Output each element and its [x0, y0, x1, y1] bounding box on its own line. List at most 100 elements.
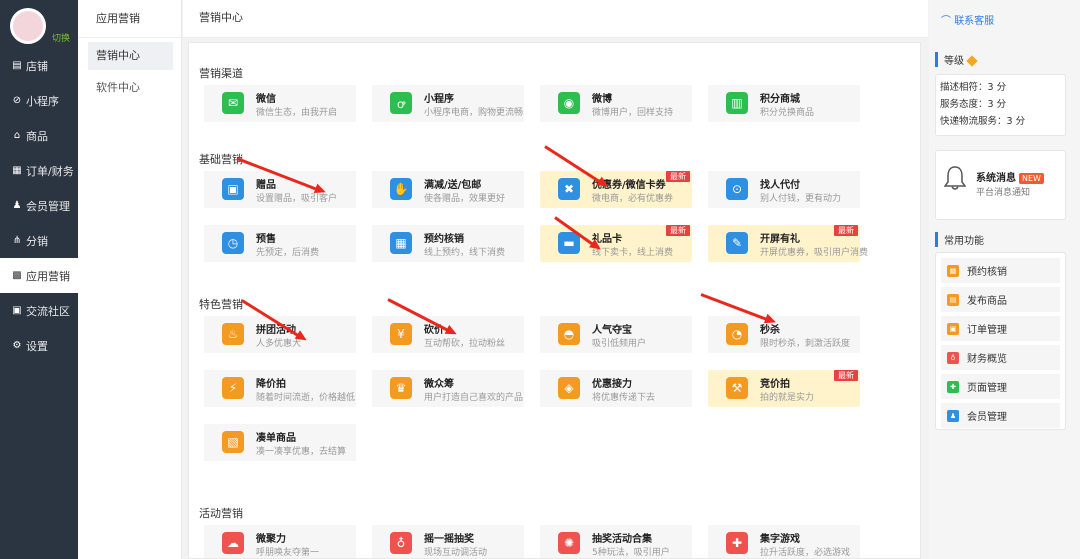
- sidebar-item-label: 订单/财务: [26, 164, 74, 178]
- marketing-card[interactable]: ▦ 预约核销 线上预约，线下消费: [372, 225, 524, 262]
- sub-sidebar: 应用营销 营销中心软件中心: [78, 0, 182, 559]
- contact-service-link[interactable]: ⌒ 联系客服: [941, 12, 994, 27]
- sidebar-item-label: 店铺: [26, 59, 48, 73]
- sidebar-item-7[interactable]: ▣ 交流社区: [0, 293, 78, 328]
- main-sidebar: 切换 ▤ 店铺 ⊘ 小程序 ⌂ 商品 ▦ 订单/财务 ♟ 会员管理 ⋔ 分销 ▩ 应用营销 ▣ 交流社区 ⚙ 设置: [0, 0, 78, 559]
- score-value: 3 分: [1006, 116, 1026, 127]
- card-desc: 吸引低频用户: [592, 339, 647, 349]
- marketing-card[interactable]: ◷ 预售 先预定，后消费: [204, 225, 356, 262]
- card-name: 小程序: [424, 94, 454, 105]
- order-icon: ▦: [12, 165, 22, 176]
- common-function-item[interactable]: ♟ 会员管理: [941, 403, 1060, 428]
- card-desc: 别人付钱，更有动力: [760, 194, 842, 204]
- bell-icon: [944, 166, 966, 190]
- common-function-item[interactable]: ▣ 订单管理: [941, 316, 1060, 341]
- function-label: 发布商品: [967, 296, 1007, 307]
- sidebar-item-2[interactable]: ⌂ 商品: [0, 118, 78, 153]
- avatar[interactable]: [10, 8, 46, 44]
- card-desc: 先预定，后消费: [256, 248, 320, 258]
- common-function-item[interactable]: ▦ 预约核销: [941, 258, 1060, 283]
- function-icon: ▦: [947, 264, 959, 277]
- card-desc: 互动帮砍，拉动粉丝: [424, 339, 506, 349]
- card-name: 微聚力: [256, 534, 286, 545]
- card-name: 抽奖活动合集: [592, 534, 652, 545]
- marketing-card[interactable]: ◔ 秒杀 限时秒杀，刺激活跃度: [708, 316, 860, 353]
- score-row: 快递物流服务：3 分: [936, 113, 1065, 130]
- lottery-set-icon: ✺: [558, 532, 580, 554]
- marketing-card[interactable]: ◈ 优惠接力 将优惠传递下去: [540, 370, 692, 407]
- card-desc: 现场互动调活动: [424, 548, 488, 558]
- level-title: 等级: [935, 52, 978, 67]
- marketing-card[interactable]: ◓ 人气夺宝 吸引低频用户: [540, 316, 692, 353]
- marketing-card[interactable]: ▬ 礼品卡 线下卖卡，线上消费 最新: [540, 225, 692, 262]
- flash-sale-icon: ◔: [726, 323, 748, 345]
- sidebar-item-1[interactable]: ⊘ 小程序: [0, 83, 78, 118]
- marketing-card[interactable]: ▥ 积分商城 积分兑换商品: [708, 85, 860, 122]
- card-desc: 用户打造自己喜欢的产品: [424, 393, 524, 403]
- function-label: 会员管理: [967, 412, 1007, 423]
- section-title: 营销渠道: [199, 67, 243, 80]
- card-desc: 随着时间流逝，价格越低: [256, 393, 356, 403]
- system-message-card[interactable]: 系统消息 NEW 平台消息通知: [935, 150, 1066, 220]
- goods-icon: ⌂: [13, 130, 21, 141]
- marketing-card[interactable]: ✚ 集字游戏 拉升活跃度，必选游戏: [708, 525, 860, 558]
- sidebar-item-4[interactable]: ♟ 会员管理: [0, 188, 78, 223]
- marketing-card[interactable]: ♁ 摇一摇抽奖 现场互动调活动: [372, 525, 524, 558]
- presale-icon: ◷: [222, 232, 244, 254]
- marketing-card[interactable]: ♛ 微众筹用户打造自己喜欢的产品: [372, 370, 524, 407]
- sub-sidebar-item-0[interactable]: 营销中心: [88, 42, 173, 70]
- switch-link[interactable]: 切换: [52, 31, 70, 44]
- card-name: 微众筹: [424, 379, 454, 390]
- member-icon: ♟: [12, 200, 22, 211]
- sub-sidebar-title: 应用营销: [78, 0, 181, 38]
- marketing-card[interactable]: ✉ 微信 微信生态，由我开启: [204, 85, 356, 122]
- marketing-card[interactable]: ✖ 优惠券/微信卡券 微电商，必有优惠券 最新: [540, 171, 692, 208]
- function-icon: ♟: [947, 409, 959, 422]
- marketing-card[interactable]: ✎ 开屏有礼 开屏优惠券，吸引用户消费 最新: [708, 225, 868, 262]
- marketing-card[interactable]: ▧ 凑单商品 凑一凑享优惠，去结算: [204, 424, 356, 461]
- card-desc: 拍的就是实力: [760, 393, 815, 403]
- sidebar-item-label: 交流社区: [26, 304, 70, 318]
- card-name: 找人代付: [760, 180, 800, 191]
- card-desc: 微博用户，回样支持: [592, 108, 674, 118]
- sidebar-item-3[interactable]: ▦ 订单/财务: [0, 153, 78, 188]
- marketing-card[interactable]: ⚡ 降价拍 随着时间流逝，价格越低: [204, 370, 356, 407]
- function-icon: ▣: [947, 322, 959, 335]
- sidebar-item-0[interactable]: ▤ 店铺: [0, 48, 78, 83]
- diamond-icon: [966, 55, 978, 67]
- splash-gift-icon: ✎: [726, 232, 748, 254]
- score-row: 描述相符：3 分: [936, 79, 1065, 96]
- card-desc: 微信生态，由我开启: [256, 108, 338, 118]
- card-desc: 将优惠传递下去: [592, 393, 656, 403]
- marketing-card[interactable]: ⊙ 找人代付 别人付钱，更有动力: [708, 171, 860, 208]
- card-desc: 线上预约，线下消费: [424, 248, 506, 258]
- card-desc: 线下卖卡，线上消费: [592, 248, 674, 258]
- marketing-card[interactable]: ☁ 微聚力 呼朋唤友夺第一: [204, 525, 356, 558]
- marketing-card[interactable]: ꝍ 小程序 小程序电商，购物更流畅: [372, 85, 524, 122]
- new-badge: 最新: [834, 225, 858, 236]
- sidebar-item-6[interactable]: ▩ 应用营销: [0, 258, 78, 293]
- store-icon: ▤: [12, 60, 22, 71]
- marketing-card[interactable]: ✋ 满减/送/包邮 使各赠品，效果更好: [372, 171, 524, 208]
- function-label: 页面管理: [967, 383, 1007, 394]
- common-function-item[interactable]: ▤ 发布商品: [941, 287, 1060, 312]
- marketing-card[interactable]: ⚒ 竞价拍 拍的就是实力 最新: [708, 370, 860, 407]
- crowdfunding-icon: ♛: [390, 377, 412, 399]
- shake-lottery-icon: ♁: [390, 532, 412, 554]
- marketing-card[interactable]: ◉ 微博微博用户，回样支持: [540, 85, 692, 122]
- bargain-icon: ¥: [390, 323, 412, 345]
- sub-sidebar-item-1[interactable]: 软件中心: [88, 74, 173, 102]
- card-name: 微博: [592, 94, 612, 105]
- marketing-panel: 营销渠道 ✉ 微信 微信生态，由我开启 ꝍ 小程序 小程序电商，购物更流畅 ◉ 微博微博用户，回…: [188, 42, 921, 559]
- sidebar-item-8[interactable]: ⚙ 设置: [0, 328, 78, 363]
- sidebar-item-5[interactable]: ⋔ 分销: [0, 223, 78, 258]
- card-desc: 拉升活跃度，必选游戏: [760, 548, 851, 558]
- card-name: 降价拍: [256, 379, 286, 390]
- common-functions-title: 常用功能: [935, 232, 984, 247]
- common-function-item[interactable]: ♁ 财务概览: [941, 345, 1060, 370]
- treasure-icon: ◓: [558, 323, 580, 345]
- weibo-icon: ◉: [558, 92, 580, 114]
- marketing-card[interactable]: ✺ 抽奖活动合集 5种玩法，吸引用户: [540, 525, 692, 558]
- section-title: 特色营销: [199, 298, 243, 311]
- common-function-item[interactable]: ✚ 页面管理: [941, 374, 1060, 399]
